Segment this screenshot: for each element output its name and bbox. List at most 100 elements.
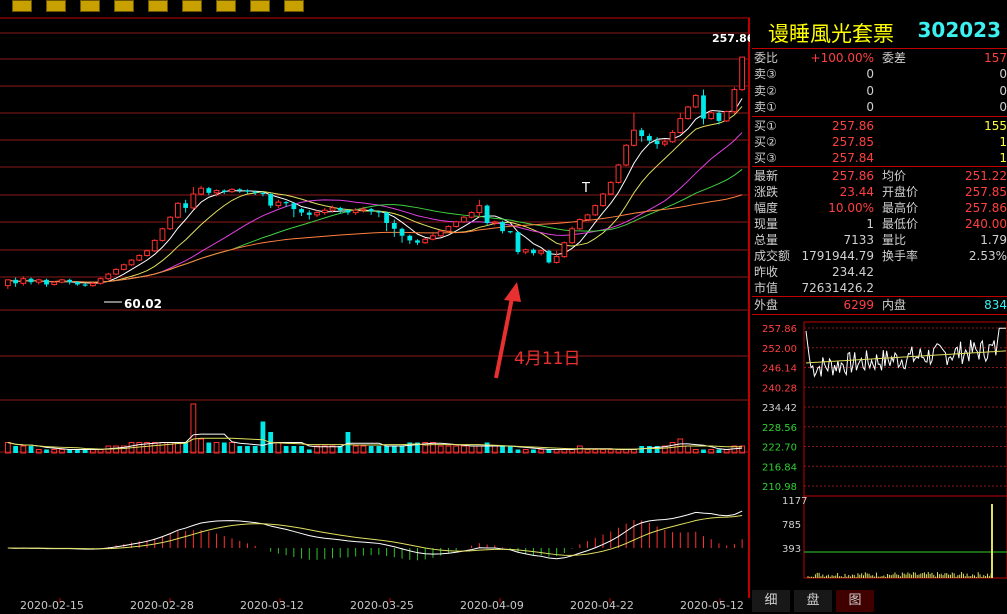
candle: [105, 273, 112, 280]
quote-row: 买① 257.86 155: [754, 118, 1007, 134]
quote-label-2: 最低价: [882, 217, 919, 231]
x-tick-label: 2020-02-15: [20, 599, 84, 612]
quote-value: 23.44: [839, 185, 874, 199]
candle: [701, 95, 706, 119]
tab-0[interactable]: 细: [752, 590, 790, 612]
quote-label: 成交额: [754, 249, 791, 263]
candle: [415, 240, 420, 243]
volume-bar: [221, 442, 227, 453]
quote-row: 卖① 0 0: [754, 99, 1007, 115]
candle: [716, 112, 722, 121]
stock-title: 谩睡風光套票 302023: [754, 16, 1007, 46]
quote-value: 234.42: [832, 265, 874, 279]
quote-value-2: 2.53%: [968, 249, 1007, 263]
candle: [538, 250, 545, 254]
macd-dif: [7, 510, 743, 560]
volume-bar: [646, 446, 652, 453]
quote-value-2: 155: [984, 119, 1007, 133]
candle: [553, 256, 560, 263]
candle: [4, 279, 11, 287]
volume-bar: [82, 449, 88, 453]
quote-label: 买①: [754, 119, 777, 133]
volume-bar: [245, 446, 250, 453]
candle: [206, 188, 212, 193]
ma20-line: [7, 132, 743, 283]
quote-label: 买③: [754, 151, 777, 165]
candle: [500, 221, 505, 232]
candle: [299, 209, 304, 213]
candle: [213, 190, 220, 194]
candle: [484, 205, 490, 223]
candle: [120, 264, 127, 270]
volume-bar: [283, 446, 289, 453]
candle: [491, 221, 498, 224]
candle: [592, 205, 599, 216]
volume-bar: [229, 442, 235, 454]
volume-bar: [546, 449, 552, 453]
candle: [229, 188, 235, 193]
candle: [677, 118, 684, 134]
intraday-chart: 257.86 252.00 246.14 240.28 234.42 228.56 222.…: [762, 321, 1007, 579]
volume-bar: [639, 446, 645, 453]
quote-value-2: 0: [999, 100, 1007, 114]
volume-bar: [291, 446, 297, 453]
quote-row: 卖② 0 0: [754, 83, 1007, 99]
volume-bar: [75, 449, 80, 453]
quote-label: 昨收: [754, 265, 779, 279]
quote-value-2: 157: [984, 51, 1007, 65]
volume-bar: [384, 446, 389, 453]
volume-bar: [531, 449, 536, 453]
candle: [430, 235, 436, 240]
quote-value-2: 1.79: [980, 233, 1007, 247]
quote-label: 总量: [754, 233, 779, 247]
quote-value-2: 1: [999, 135, 1007, 149]
stock-code: 302023: [917, 18, 1002, 42]
tab-2[interactable]: 图: [836, 590, 874, 612]
candle: [654, 140, 660, 145]
volume-bar: [701, 449, 706, 453]
volume-bar: [67, 449, 73, 453]
candle: [584, 214, 591, 221]
volume-bar: [345, 432, 351, 453]
tab-1[interactable]: 盘: [794, 590, 832, 612]
candle: [731, 89, 738, 113]
candle: [252, 191, 258, 193]
candle: [221, 190, 227, 192]
quote-row: 成交额 1791944.79 换手率 2.53%: [754, 248, 1007, 264]
volume-bar: [183, 442, 189, 453]
candle: [144, 250, 150, 256]
quote-value: 7133: [843, 233, 874, 247]
intraday-y-label: 222.70: [762, 443, 797, 454]
kline-chart: 60.02 257.86 T 4月11日 2020-02-15 2020-02-28 202…: [0, 17, 750, 612]
candle: [399, 228, 405, 236]
candle: [384, 212, 389, 223]
quote-label: 外盘: [754, 298, 779, 312]
volume-bar: [430, 442, 436, 454]
intraday-y-label: 257.86: [762, 324, 797, 335]
candle: [407, 235, 413, 241]
candle: [576, 219, 583, 230]
candle: [515, 232, 521, 252]
candle: [607, 181, 614, 195]
quote-label: 委比: [754, 51, 779, 65]
volume-bar: [198, 438, 204, 454]
quote-row: 外盘 6299 内盘 834: [754, 297, 1007, 313]
candle: [237, 189, 243, 191]
volume-bar: [306, 449, 312, 453]
candle: [468, 212, 475, 218]
candle: [291, 203, 297, 210]
volume-bar: [206, 442, 212, 453]
volume-bar: [159, 442, 166, 454]
candle: [128, 259, 135, 266]
intraday-vol-label: 785: [782, 520, 801, 531]
volume-bar: [237, 446, 243, 453]
x-tick-label: 2020-03-12: [240, 599, 304, 612]
quote-value-2: 240.00: [965, 217, 1007, 231]
quote-value: 72631426.2: [801, 281, 874, 295]
quote-label-2: 内盘: [882, 298, 907, 312]
quote-row: 幅度 10.00% 最高价 257.86: [754, 200, 1007, 216]
candle: [352, 209, 359, 214]
intraday-y-label: 234.42: [762, 403, 797, 414]
candle: [437, 230, 444, 237]
candle: [183, 203, 189, 208]
